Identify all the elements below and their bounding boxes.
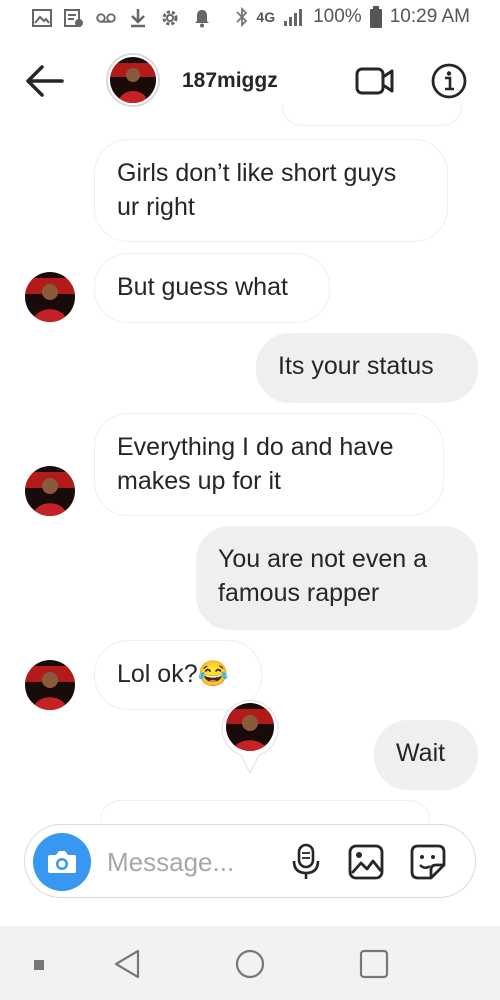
message-bubble[interactable]: Its your status <box>256 333 478 403</box>
sender-avatar[interactable] <box>25 466 75 516</box>
info-icon[interactable] <box>431 63 467 99</box>
battery-icon <box>369 6 382 28</box>
status-bar: 4G 100% 10:29 AM <box>0 0 500 38</box>
settings-gear-icon <box>160 8 180 28</box>
voicemail-icon <box>96 8 116 28</box>
sender-avatar[interactable] <box>25 660 75 710</box>
message-bubble[interactable]: You are not even a famous rapper <box>196 526 478 630</box>
home-circle-icon[interactable] <box>234 948 266 985</box>
bluetooth-icon <box>236 7 248 27</box>
clock: 10:29 AM <box>389 6 470 27</box>
gallery-notification-icon <box>32 8 52 28</box>
message-input[interactable] <box>105 841 289 883</box>
back-triangle-icon[interactable] <box>112 948 142 985</box>
gallery-icon[interactable] <box>347 843 385 881</box>
bell-icon <box>192 8 212 28</box>
battery-percent: 100% <box>313 6 362 27</box>
message-bubble[interactable]: Everything I do and have makes up for it <box>94 413 444 516</box>
menu-dot-icon[interactable] <box>33 958 45 976</box>
file-notification-icon <box>64 8 84 28</box>
sender-avatar[interactable] <box>25 272 75 322</box>
camera-button[interactable] <box>33 833 91 891</box>
microphone-icon[interactable] <box>287 843 325 881</box>
network-type-label: 4G <box>256 9 276 25</box>
conversation-title[interactable]: 187miggz <box>182 69 278 93</box>
message-bubble[interactable]: But guess what <box>94 253 330 323</box>
partial-message-bubble <box>100 800 430 822</box>
signal-icon <box>283 7 305 27</box>
video-call-icon[interactable] <box>355 65 395 97</box>
system-nav-bar <box>0 926 500 1000</box>
sticker-icon[interactable] <box>409 843 447 881</box>
message-composer <box>24 824 476 898</box>
recents-square-icon[interactable] <box>358 948 390 985</box>
download-icon <box>128 8 148 28</box>
message-bubble[interactable]: Wait <box>374 720 478 790</box>
partial-message-bubble <box>282 104 462 126</box>
message-bubble[interactable]: Girls don’t like short guys ur right <box>94 139 448 242</box>
profile-avatar[interactable] <box>106 53 160 107</box>
back-arrow-icon[interactable] <box>24 64 64 98</box>
floating-seen-avatar <box>219 697 281 775</box>
